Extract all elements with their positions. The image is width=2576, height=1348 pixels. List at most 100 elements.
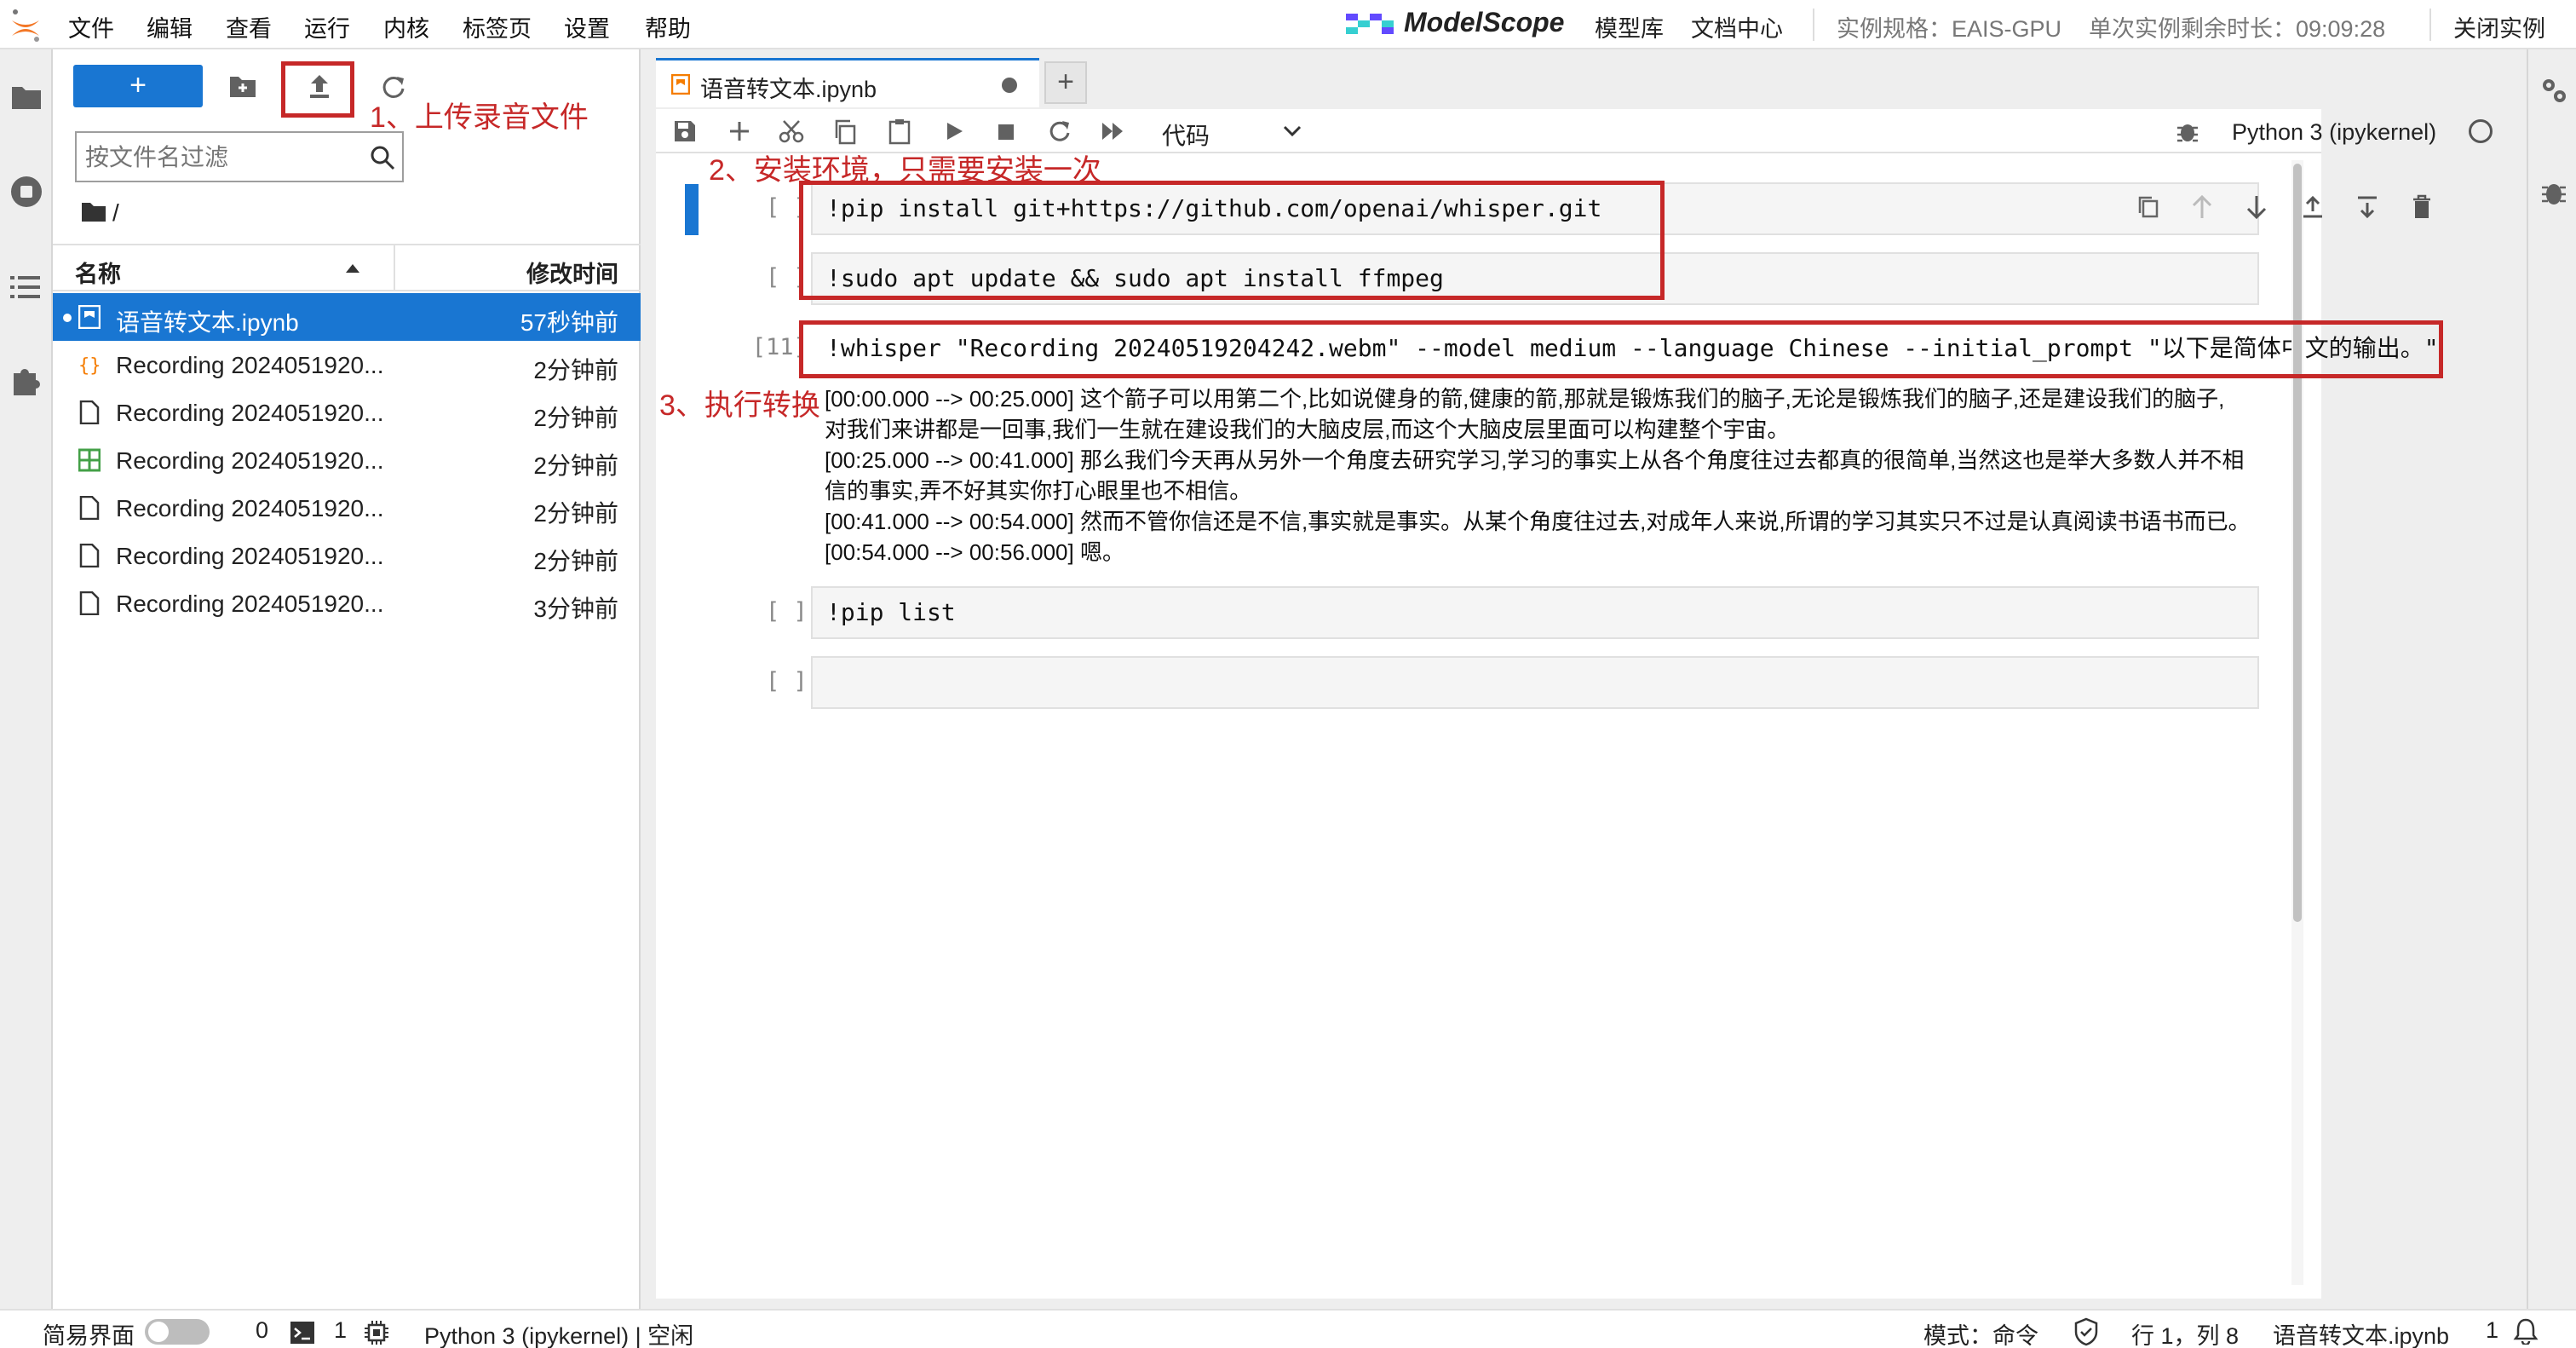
file-icon xyxy=(79,400,100,424)
active-cell-marker xyxy=(685,184,699,235)
kernel-cpu-icon[interactable] xyxy=(363,1319,390,1346)
code-cell-5[interactable] xyxy=(811,656,2259,709)
file-row[interactable]: Recording 2024051920... 2分钟前 xyxy=(53,484,641,532)
paste-icon[interactable] xyxy=(888,118,911,145)
left-activity-bar xyxy=(0,49,53,1309)
search-icon[interactable] xyxy=(370,145,395,170)
cell-type-select[interactable]: 代码 xyxy=(1162,118,1210,152)
filter-input[interactable] xyxy=(85,138,358,176)
upload-highlight-box xyxy=(281,61,354,118)
chevron-down-icon[interactable] xyxy=(1283,124,1302,138)
sort-ascending-icon[interactable] xyxy=(344,262,361,274)
trusted-shield-icon[interactable] xyxy=(2073,1317,2099,1346)
simple-mode-label: 简易界面 xyxy=(43,1323,135,1348)
menu-view[interactable]: 查看 xyxy=(226,10,272,43)
folder-breadcrumb-icon[interactable] xyxy=(80,201,107,223)
menu-tabs[interactable]: 标签页 xyxy=(463,10,532,43)
file-row[interactable]: Recording 2024051920... 2分钟前 xyxy=(53,532,641,579)
file-name: Recording 2024051920... xyxy=(116,352,384,378)
folder-icon[interactable] xyxy=(10,84,43,111)
modelscope-logo-icon xyxy=(1346,14,1394,34)
file-name: Recording 2024051920... xyxy=(116,543,384,569)
menu-help[interactable]: 帮助 xyxy=(645,10,691,43)
menu-kernel[interactable]: 内核 xyxy=(383,10,429,43)
unsaved-dot xyxy=(63,314,72,322)
run-icon[interactable] xyxy=(944,121,964,141)
tab-notebook[interactable]: 语音转文本.ipynb xyxy=(656,58,1039,107)
modelscope-brand[interactable]: ModelScope xyxy=(1404,7,1564,38)
output-line: 信的事实,弄不好其实你打心眼里也不相信。 xyxy=(825,478,1252,504)
scrollbar-thumb[interactable] xyxy=(2293,164,2302,922)
close-instance-button[interactable]: 关闭实例 xyxy=(2453,10,2545,43)
bell-icon[interactable] xyxy=(2513,1317,2539,1345)
instance-spec: 实例规格：EAIS-GPU xyxy=(1837,16,2062,42)
file-row[interactable]: Recording 2024051920... 2分钟前 xyxy=(53,389,641,436)
terminal-icon[interactable] xyxy=(290,1321,315,1345)
file-row[interactable]: Recording 2024051920... 3分钟前 xyxy=(53,579,641,627)
file-icon xyxy=(79,544,100,567)
stop-icon[interactable] xyxy=(997,123,1015,141)
output-line: [00:54.000 --> 00:56.000] 嗯。 xyxy=(825,539,1124,565)
output-line: [00:41.000 --> 00:54.000] 然而不管你信还是不信,事实就… xyxy=(825,509,2251,534)
menu-settings[interactable]: 设置 xyxy=(564,10,610,43)
status-bar: 简易界面 0 1 Python 3 (ipykernel) | 空闲 模式：命令… xyxy=(0,1309,2576,1348)
menu-run[interactable]: 运行 xyxy=(304,10,350,43)
duplicate-cell-icon[interactable] xyxy=(2136,194,2160,220)
file-browser-panel: + / 名称 修改时间 语音转文 xyxy=(53,49,641,1309)
new-launcher-button[interactable]: + xyxy=(73,65,203,107)
menu-file[interactable]: 文件 xyxy=(68,10,114,43)
debugger-icon[interactable] xyxy=(2540,177,2567,208)
insert-above-icon[interactable] xyxy=(2300,194,2326,220)
annotation-install: 2、安装环境，只需要安装一次 xyxy=(709,154,1101,187)
kernel-status[interactable]: Python 3 (ipykernel) | 空闲 xyxy=(424,1317,693,1348)
simple-mode-toggle[interactable] xyxy=(145,1319,210,1345)
code-cell-4[interactable]: !pip list xyxy=(811,586,2259,639)
insert-below-icon[interactable] xyxy=(2355,194,2380,220)
kernel-name[interactable]: Python 3 (ipykernel) xyxy=(2232,119,2436,146)
property-inspector-gear-icon[interactable] xyxy=(2539,75,2569,106)
notebook-tab-icon xyxy=(671,74,690,95)
file-modified: 2分钟前 xyxy=(533,405,618,431)
current-file: 语音转文本.ipynb xyxy=(2273,1323,2450,1348)
output-line: 对我们来讲都是一回事,我们一生就在建设我们的大脑皮层,而这个大脑皮层里面可以构建… xyxy=(825,417,1790,442)
cut-icon[interactable] xyxy=(779,119,804,143)
fast-forward-icon[interactable] xyxy=(1101,121,1126,141)
unsaved-indicator-icon[interactable] xyxy=(1002,78,1017,93)
file-modified: 2分钟前 xyxy=(533,357,618,383)
restart-icon[interactable] xyxy=(1048,119,1072,143)
file-row[interactable]: {} Recording 2024051920... 2分钟前 xyxy=(53,341,641,389)
file-icon xyxy=(79,496,100,520)
tab-title: 语音转文本.ipynb xyxy=(700,77,877,102)
column-modified-header[interactable]: 修改时间 xyxy=(526,256,618,289)
move-down-icon[interactable] xyxy=(2245,194,2268,220)
json-file-icon: {} xyxy=(78,355,101,377)
cursor-position[interactable]: 行 1，列 8 xyxy=(2131,1317,2239,1348)
add-cell-icon[interactable] xyxy=(727,119,751,143)
docs-link[interactable]: 文档中心 xyxy=(1691,10,1783,43)
copy-icon[interactable] xyxy=(833,119,857,145)
cell-output: [00:00.000 --> 00:25.000] 这个箭子可以用第二个,比如说… xyxy=(825,383,2290,567)
file-row[interactable]: Recording 2024051920... 2分钟前 xyxy=(53,436,641,484)
cell-code: !pip list xyxy=(826,598,956,626)
delete-cell-icon[interactable] xyxy=(2411,194,2433,220)
filter-box xyxy=(75,131,404,182)
convert-highlight-box xyxy=(799,320,2443,378)
menu-edit[interactable]: 编辑 xyxy=(147,10,193,43)
move-up-icon[interactable] xyxy=(2191,194,2213,220)
svg-text:{}: {} xyxy=(78,355,101,377)
running-sessions-icon[interactable] xyxy=(9,174,44,210)
table-of-contents-icon[interactable] xyxy=(9,273,43,302)
file-row-selected[interactable]: 语音转文本.ipynb 57秒钟前 xyxy=(53,293,641,341)
save-icon[interactable] xyxy=(673,119,697,143)
new-folder-icon[interactable] xyxy=(228,75,257,99)
breadcrumb-path[interactable]: / xyxy=(112,199,119,227)
debugger-bug-icon[interactable] xyxy=(2176,119,2199,143)
extension-puzzle-icon[interactable] xyxy=(9,363,43,397)
file-modified: 57秒钟前 xyxy=(520,309,618,336)
file-name: Recording 2024051920... xyxy=(116,590,384,617)
right-sidebar xyxy=(2527,49,2576,1309)
model-hub-link[interactable]: 模型库 xyxy=(1595,10,1664,43)
column-name-header[interactable]: 名称 xyxy=(75,256,121,289)
new-tab-button[interactable]: + xyxy=(1044,61,1087,104)
annotation-convert: 3、执行转换 xyxy=(659,389,820,422)
